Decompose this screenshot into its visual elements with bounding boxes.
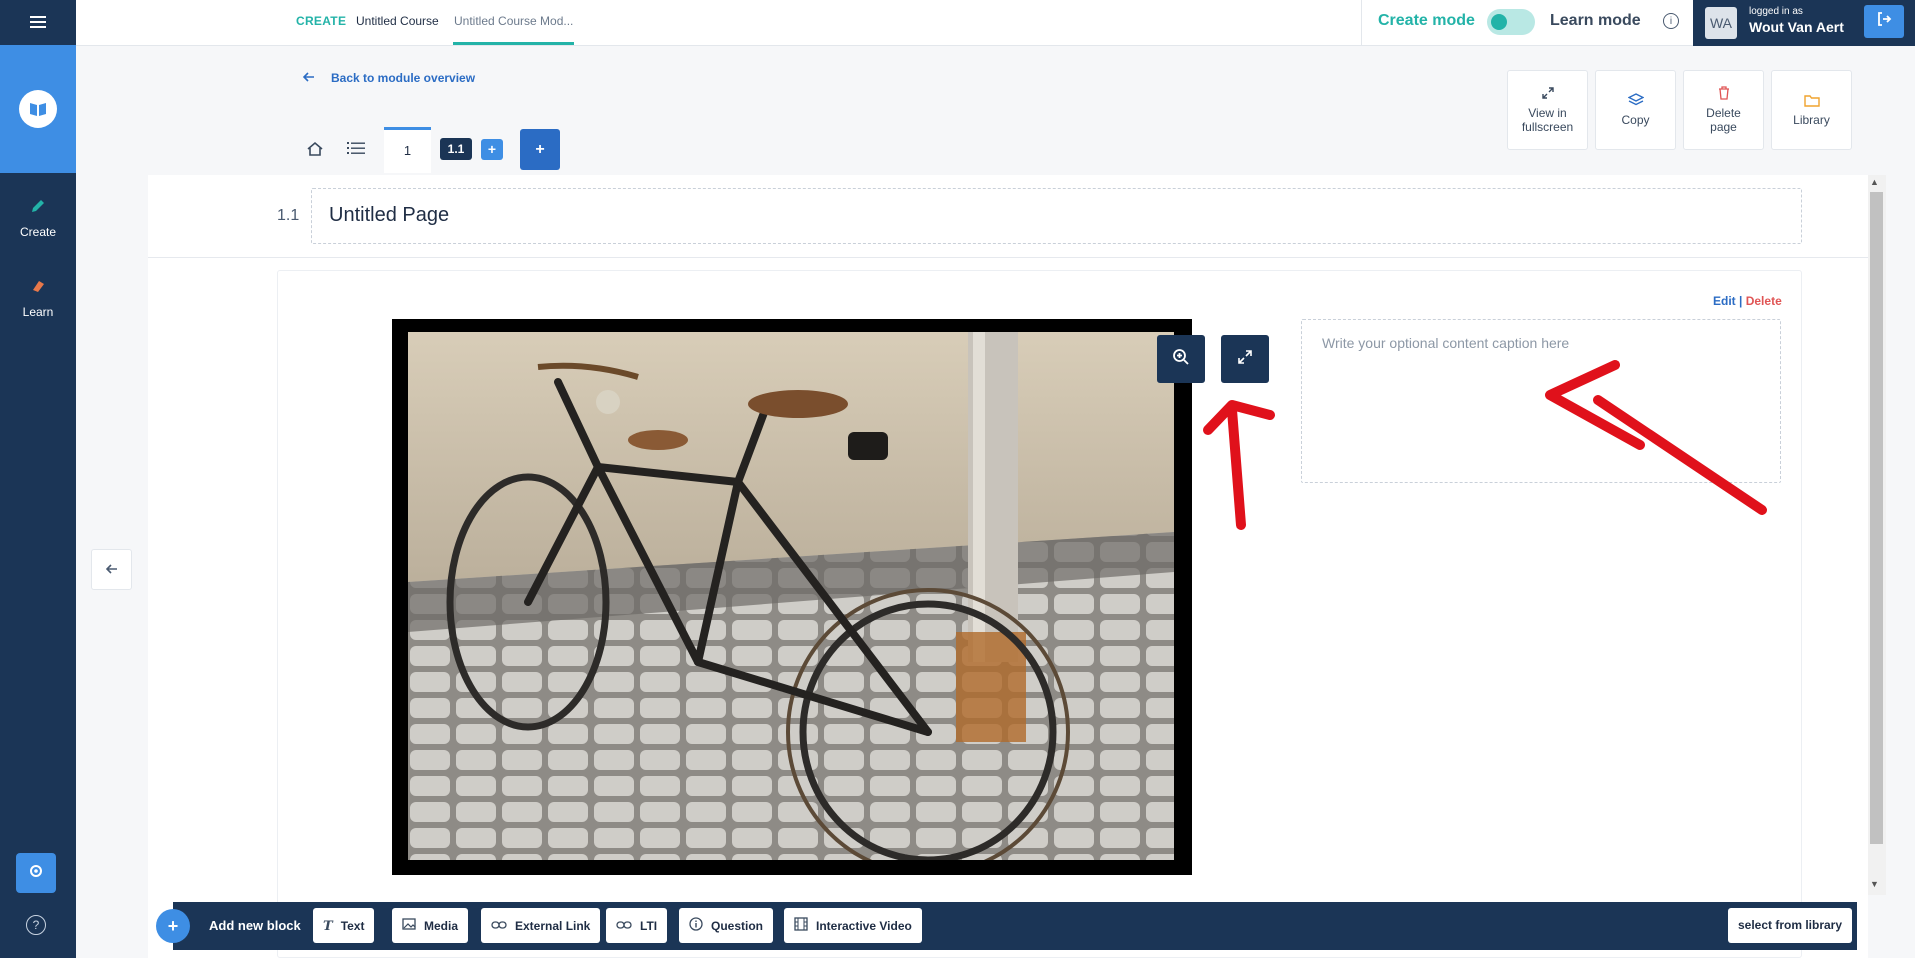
add-question-button[interactable]: Question [679,908,774,943]
page-number: 1.1 [277,207,300,224]
tool-label: Interactive Video [816,918,912,933]
mode-toggle[interactable] [1487,9,1535,35]
expand-icon [1237,349,1253,370]
action-label: Delete page [1706,106,1741,134]
page-title[interactable]: Untitled Page [329,204,449,227]
delete-page-button[interactable]: Delete page [1683,70,1764,150]
edit-block-link[interactable]: Edit [1713,294,1736,308]
breadcrumb-create[interactable]: CREATE [296,14,346,28]
trash-icon [1718,86,1730,102]
action-label: Library [1793,112,1830,127]
folder-icon [1803,94,1820,109]
toggle-knob [1491,14,1507,30]
tool-label: External Link [515,918,591,933]
add-external-link-button[interactable]: External Link [481,908,601,943]
settings-button[interactable] [16,853,56,893]
tab-subpage-1-1[interactable]: 1.1 [440,138,472,160]
create-mode-label[interactable]: Create mode [1378,12,1475,30]
pencil-icon [30,198,46,219]
zoom-image-button[interactable] [1157,335,1205,383]
zoom-in-icon [1172,348,1190,371]
caption-placeholder[interactable]: Write your optional content caption here [1322,335,1569,351]
fullscreen-image-button[interactable] [1221,335,1269,383]
active-breadcrumb-underline [453,42,574,45]
scroll-up-icon[interactable]: ▲ [1870,177,1879,187]
link-icon [491,918,507,933]
layers-icon [1626,93,1645,109]
tool-label: Text [340,918,365,933]
info-icon[interactable]: i [1663,13,1679,29]
add-subpage-button[interactable]: + [481,139,503,160]
block-actions: Edit | Delete [1713,294,1782,308]
action-label: Copy [1621,113,1650,127]
logout-icon [1876,11,1892,32]
logged-in-label: logged in as [1749,6,1803,17]
sidebar-item-create[interactable]: Create [0,198,76,239]
sidebar-item-label: Create [19,225,57,239]
view-fullscreen-button[interactable]: View in fullscreen [1507,70,1588,150]
help-icon[interactable]: ? [26,915,46,935]
gear-icon [28,863,44,884]
scrollbar-thumb[interactable] [1870,192,1883,844]
home-icon[interactable] [306,141,324,162]
add-block-label[interactable]: Add new block [209,918,301,933]
eraser-icon [30,278,46,299]
link-icon [616,918,632,933]
delete-block-link[interactable]: Delete [1746,294,1782,308]
sidebar-item-label: Learn [22,305,54,319]
sidebar: Create Learn ? [0,0,76,958]
tab-page-1[interactable]: 1 [384,127,431,173]
breadcrumb-module[interactable]: Untitled Course Mod... [454,14,573,28]
back-link-label: Back to module overview [331,71,476,85]
film-icon [794,917,808,934]
arrow-left-icon [105,561,118,579]
scroll-down-icon[interactable]: ▼ [1870,879,1879,889]
app-logo-panel[interactable] [0,45,76,173]
tool-label: Media [424,918,459,933]
book-logo-icon [19,90,57,128]
info-icon [689,917,703,934]
action-label: View in fullscreen [1521,106,1574,134]
hamburger-menu-icon[interactable] [0,0,76,43]
bicycle-photo[interactable] [408,332,1174,860]
learn-mode-label[interactable]: Learn mode [1550,12,1641,30]
breadcrumb-course[interactable]: Untitled Course [356,14,439,28]
add-block-button[interactable]: + [156,909,190,943]
separator: | [1739,294,1743,308]
expand-icon [1541,86,1555,102]
add-text-button[interactable]: T Text [313,908,375,943]
add-interactive-video-button[interactable]: Interactive Video [784,908,922,943]
copy-button[interactable]: Copy [1595,70,1676,150]
page-title-field[interactable] [311,188,1802,244]
select-from-library-button[interactable]: select from library [1728,908,1852,943]
user-name: Wout Van Aert [1749,19,1844,35]
add-lti-button[interactable]: LTI [606,908,668,943]
sidebar-item-learn[interactable]: Learn [0,278,76,319]
list-icon[interactable] [347,141,365,160]
text-icon: T [323,918,333,934]
back-to-module-link[interactable]: Back to module overview [302,71,476,85]
arrow-left-icon [302,71,315,85]
add-page-button[interactable]: + [520,129,560,170]
library-button[interactable]: Library [1771,70,1852,150]
tool-label: Question [711,918,764,933]
tool-label: LTI [640,918,658,933]
logout-button[interactable] [1864,5,1904,38]
add-media-button[interactable]: Media [392,908,469,943]
collapse-panel-button[interactable] [91,549,132,590]
avatar[interactable]: WA [1705,7,1737,39]
image-icon [402,918,416,933]
